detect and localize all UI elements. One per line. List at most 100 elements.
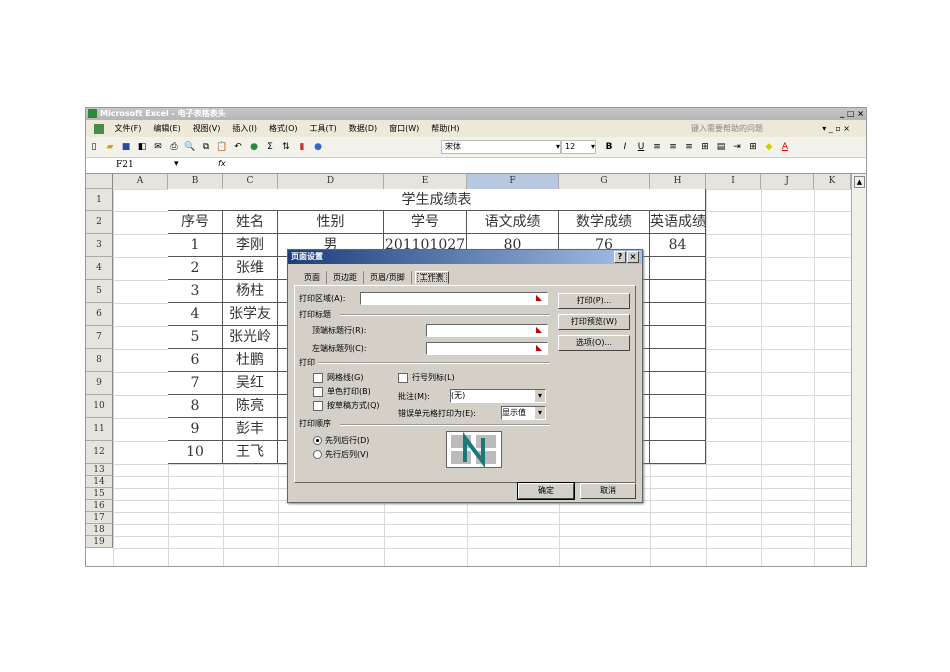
row-col-headers-checkbox[interactable]: 行号列标(L) — [398, 372, 455, 383]
tab-header-footer[interactable]: 页眉/页脚 — [364, 271, 412, 284]
header-cell[interactable]: 姓名 — [223, 211, 278, 234]
tab-sheet[interactable]: 工作表 — [414, 271, 449, 284]
name-box[interactable]: F21 — [116, 160, 134, 170]
print-icon[interactable]: ⎙ — [168, 141, 180, 153]
align-left-icon[interactable]: ≡ — [651, 141, 663, 153]
table-cell[interactable] — [650, 349, 706, 372]
column-header-E[interactable]: E — [384, 174, 467, 190]
header-cell[interactable]: 序号 — [168, 211, 223, 234]
currency-icon[interactable]: ▤ — [715, 141, 727, 153]
header-cell[interactable]: 学号 — [384, 211, 467, 234]
row-header-19[interactable]: 19 — [86, 536, 113, 548]
dialog-close-button[interactable]: × — [627, 251, 639, 263]
table-cell[interactable]: 5 — [168, 326, 223, 349]
menu-insert[interactable]: 插入(I) — [232, 124, 257, 133]
close-button[interactable]: × — [857, 109, 864, 118]
draft-checkbox[interactable]: 按草稿方式(Q) — [313, 400, 380, 411]
menu-view[interactable]: 视图(V) — [193, 124, 221, 133]
over-then-down-radio[interactable]: 先行后列(V) — [313, 449, 369, 460]
table-cell[interactable]: 杜鹏 — [223, 349, 278, 372]
menu-help[interactable]: 帮助(H) — [431, 124, 459, 133]
menu-tools[interactable]: 工具(T) — [310, 124, 337, 133]
print-area-input[interactable]: ◣ — [360, 292, 548, 305]
table-cell[interactable] — [650, 280, 706, 303]
row-header-6[interactable]: 6 — [86, 303, 113, 326]
italic-button[interactable]: I — [619, 141, 631, 153]
new-icon[interactable]: ▯ — [88, 141, 100, 153]
menu-data[interactable]: 数据(D) — [349, 124, 377, 133]
row-header-18[interactable]: 18 — [86, 524, 113, 536]
fx-icon[interactable]: fx — [218, 159, 226, 168]
help-button[interactable]: ? — [614, 251, 626, 263]
align-center-icon[interactable]: ≡ — [667, 141, 679, 153]
table-cell[interactable]: 84 — [650, 234, 706, 257]
fill-color-icon[interactable]: ◆ — [763, 141, 775, 153]
help-icon[interactable]: ● — [312, 141, 324, 153]
table-cell[interactable]: 陈亮 — [223, 395, 278, 418]
menu-format[interactable]: 格式(O) — [269, 124, 298, 133]
column-header-G[interactable]: G — [559, 174, 650, 190]
email-icon[interactable]: ✉ — [152, 141, 164, 153]
minimize-button[interactable]: _ — [840, 109, 844, 118]
name-box-dropdown-icon[interactable]: ▾ — [174, 159, 179, 169]
table-cell[interactable]: 8 — [168, 395, 223, 418]
menu-file[interactable]: 文件(F) — [115, 124, 142, 133]
column-header-B[interactable]: B — [168, 174, 223, 190]
row-header-1[interactable]: 1 — [86, 189, 113, 211]
cancel-button[interactable]: 取消 — [580, 483, 636, 499]
row-header-5[interactable]: 5 — [86, 280, 113, 303]
errors-select[interactable]: 显示值 ▾ — [501, 406, 546, 420]
collapse-dialog-icon[interactable]: ◣ — [536, 293, 546, 302]
header-cell[interactable]: 数学成绩 — [559, 211, 650, 234]
gridlines-checkbox[interactable]: 网格线(G) — [313, 372, 363, 383]
column-header-C[interactable]: C — [223, 174, 278, 190]
column-header-H[interactable]: H — [650, 174, 706, 190]
row-header-2[interactable]: 2 — [86, 211, 113, 234]
table-cell[interactable]: 1 — [168, 234, 223, 257]
header-cell[interactable]: 性别 — [278, 211, 384, 234]
table-cell[interactable]: 张学友 — [223, 303, 278, 326]
underline-button[interactable]: U — [635, 141, 647, 153]
open-icon[interactable]: ▰ — [104, 141, 116, 153]
table-cell[interactable]: 9 — [168, 418, 223, 441]
top-rows-input[interactable]: ◣ — [426, 324, 548, 337]
table-cell[interactable]: 张维 — [223, 257, 278, 280]
window-controls[interactable]: _ □ × — [840, 108, 864, 120]
column-header-A[interactable]: A — [113, 174, 168, 190]
preview-icon[interactable]: 🔍 — [184, 141, 196, 153]
borders-icon[interactable]: ⊞ — [747, 141, 759, 153]
table-cell[interactable]: 杨柱 — [223, 280, 278, 303]
hyperlink-icon[interactable]: ● — [248, 141, 260, 153]
permission-icon[interactable]: ◧ — [136, 141, 148, 153]
table-cell[interactable] — [650, 257, 706, 280]
comments-select[interactable]: (无) ▾ — [450, 389, 546, 403]
column-header-D[interactable]: D — [278, 174, 384, 190]
workbook-icon[interactable] — [94, 123, 104, 134]
table-cell[interactable]: 3 — [168, 280, 223, 303]
table-cell[interactable]: 6 — [168, 349, 223, 372]
row-header-16[interactable]: 16 — [86, 500, 113, 512]
scroll-up-button[interactable]: ▲ — [854, 176, 865, 188]
menu-window[interactable]: 窗口(W) — [389, 124, 419, 133]
down-then-over-radio[interactable]: 先列后行(D) — [313, 435, 369, 446]
table-cell[interactable]: 吴红 — [223, 372, 278, 395]
chart-icon[interactable]: ▮ — [296, 141, 308, 153]
ok-button[interactable]: 确定 — [517, 482, 575, 500]
align-right-icon[interactable]: ≡ — [683, 141, 695, 153]
row-header-7[interactable]: 7 — [86, 326, 113, 349]
workbook-controls[interactable]: ▾ _ ▫ × — [822, 121, 850, 136]
row-header-8[interactable]: 8 — [86, 349, 113, 372]
print-preview-button[interactable]: 打印预览(W) — [558, 314, 630, 330]
column-header-F[interactable]: F — [467, 174, 559, 190]
table-cell[interactable] — [650, 418, 706, 441]
select-all-corner[interactable] — [86, 174, 113, 189]
table-cell[interactable]: 2 — [168, 257, 223, 280]
tab-margins[interactable]: 页边距 — [327, 271, 364, 284]
help-search[interactable]: 键入需要帮助的问题 — [691, 121, 763, 136]
font-select[interactable]: 宋体 ▾ — [441, 140, 561, 154]
table-cell[interactable]: 4 — [168, 303, 223, 326]
collapse-dialog-icon[interactable]: ◣ — [536, 343, 546, 352]
table-cell[interactable] — [650, 372, 706, 395]
sort-icon[interactable]: ⇅ — [280, 141, 292, 153]
table-cell[interactable]: 张光岭 — [223, 326, 278, 349]
